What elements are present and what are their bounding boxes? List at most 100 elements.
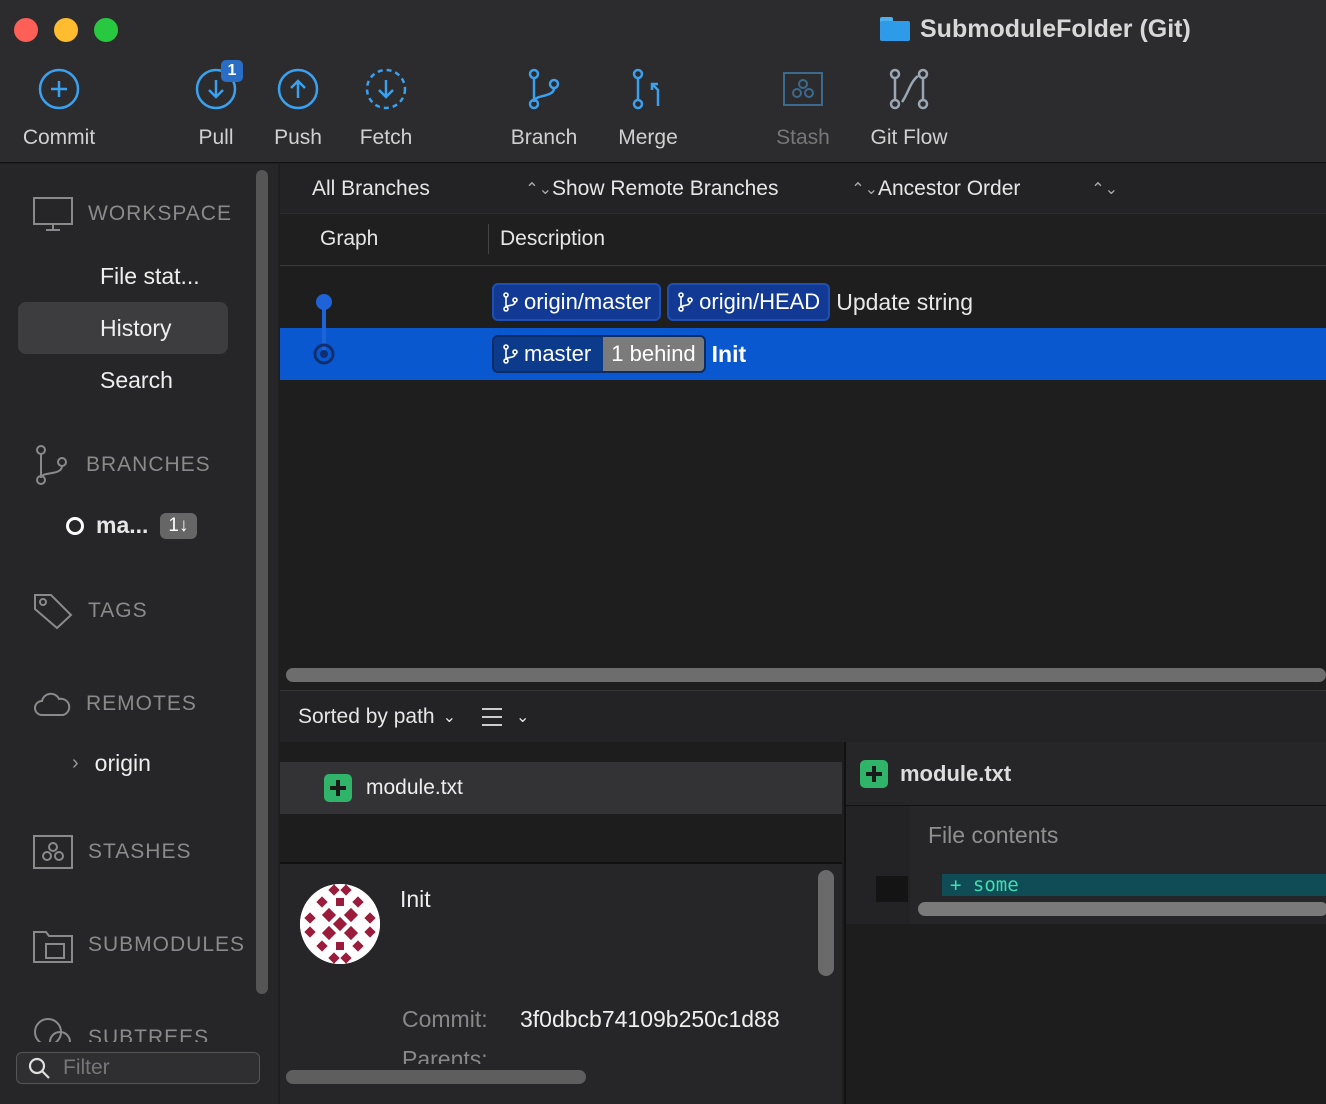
added-line: + some — [942, 874, 1326, 896]
branch-icon — [36, 445, 67, 485]
push-icon — [275, 66, 321, 112]
stash-icon — [780, 66, 826, 112]
list-icon — [482, 707, 502, 726]
stash-button[interactable]: Stash — [772, 66, 834, 150]
sidebar-item-history[interactable]: History — [18, 302, 228, 354]
remotes-label: REMOTES — [86, 692, 197, 715]
minimize-window-button[interactable] — [54, 18, 78, 42]
commit-refs: origin/master origin/HEAD Update string — [492, 283, 973, 321]
commit-details-scrollbar[interactable] — [818, 870, 834, 976]
sidebar-branch-master[interactable]: ma... 1↓ — [66, 512, 197, 539]
commit-message: Init — [711, 340, 747, 367]
updown-chevron-icon: ⌃⌄ — [1091, 180, 1118, 198]
description-column-header[interactable]: Description — [500, 227, 605, 251]
merge-button[interactable]: Merge — [614, 66, 682, 150]
diff-horizontal-scrollbar[interactable] — [918, 902, 1326, 916]
subtrees-label: SUBTREES — [88, 1026, 210, 1042]
branch-label: Branch — [510, 126, 578, 149]
fetch-label: Fetch — [359, 126, 413, 149]
commit-history-list: origin/master origin/HEAD Update string … — [280, 266, 1326, 658]
submodules-header[interactable]: SUBMODULES — [32, 926, 245, 964]
subtrees-header[interactable]: SUBTREES — [32, 1016, 209, 1042]
close-window-button[interactable] — [14, 18, 38, 42]
view-mode-dropdown[interactable]: ⌄ — [482, 707, 529, 727]
folder-icon — [880, 17, 910, 41]
sidebar-remote-origin[interactable]: › origin — [72, 750, 151, 777]
graph-column-header[interactable]: Graph — [320, 227, 378, 251]
sidebar-item-search[interactable]: Search — [18, 354, 228, 406]
file-row[interactable]: module.txt — [280, 762, 842, 814]
fetch-icon — [363, 66, 409, 112]
stashes-label: STASHES — [88, 840, 192, 863]
ref-badge[interactable]: origin/master — [492, 283, 662, 321]
branch-icon — [678, 292, 693, 312]
commit-row[interactable]: master 1 behind Init — [280, 328, 1326, 380]
commit-icon — [36, 66, 82, 112]
diff-panel: module.txt File contents + some — [844, 742, 1326, 1104]
submodules-label: SUBMODULES — [88, 933, 246, 956]
tags-header[interactable]: TAGS — [32, 592, 148, 630]
diff-file-header: module.txt — [846, 742, 1326, 806]
history-filter-bar: All Branches ⌃⌄ Show Remote Branches ⌃⌄ … — [280, 164, 1326, 214]
zoom-window-button[interactable] — [94, 18, 118, 42]
branch-icon — [503, 292, 518, 312]
behind-count-badge: 1 behind — [603, 337, 704, 371]
search-icon — [28, 1057, 50, 1079]
sidebar-item-label: Search — [100, 366, 173, 393]
chevron-down-icon: ⌄ — [442, 708, 456, 726]
order-select[interactable]: Ancestor Order ⌃⌄ — [878, 177, 1118, 201]
commit-button[interactable]: Commit — [18, 66, 100, 150]
column-divider[interactable] — [488, 224, 489, 254]
remote-name: origin — [94, 750, 151, 776]
branches-select[interactable]: All Branches ⌃⌄ — [312, 177, 552, 201]
diff-gutter — [846, 806, 910, 924]
ref-badge[interactable]: master 1 behind — [492, 335, 706, 373]
pull-button[interactable]: 1 Pull — [190, 60, 243, 150]
behind-badge: 1↓ — [160, 512, 197, 539]
filter-placeholder: Filter — [63, 1056, 110, 1079]
commit-hash-label: Commit: — [402, 1006, 488, 1032]
chevron-down-icon: ⌄ — [516, 708, 530, 726]
git-flow-icon — [886, 66, 932, 112]
sidebar-item-label: File stat... — [100, 262, 200, 289]
subtree-icon — [34, 1018, 71, 1042]
remotes-header[interactable]: REMOTES — [32, 690, 197, 718]
branches-select-value: All Branches — [312, 176, 430, 200]
diff-file-name: module.txt — [900, 760, 1012, 786]
sidebar-item-file-status[interactable]: File stat... — [18, 250, 228, 302]
merge-label: Merge — [618, 126, 678, 149]
current-branch-icon — [66, 516, 84, 535]
commit-hash[interactable]: 3f0dbcb74109b250c1d88 — [520, 1006, 812, 1033]
added-file-icon — [860, 759, 888, 788]
updown-chevron-icon: ⌃⌄ — [851, 180, 878, 198]
sidebar-filter-field[interactable]: Filter — [16, 1052, 260, 1084]
pull-label: Pull — [198, 126, 234, 149]
commit-details-horizontal-scrollbar[interactable] — [286, 1070, 586, 1084]
push-label: Push — [274, 126, 322, 149]
toolbar: SubmoduleFolder (Git) Commit 1 Pull Push… — [0, 0, 1326, 163]
pull-icon: 1 — [193, 60, 243, 112]
tags-label: TAGS — [88, 599, 148, 622]
parents-label: Parents: — [402, 1046, 488, 1064]
commit-row[interactable]: origin/master origin/HEAD Update string — [280, 276, 1326, 328]
stashes-header[interactable]: STASHES — [32, 834, 191, 870]
window-title-text: SubmoduleFolder (Git) — [920, 14, 1191, 43]
cloud-icon — [34, 692, 71, 716]
branch-button[interactable]: Branch — [506, 66, 582, 150]
sort-dropdown[interactable]: Sorted by path ⌄ — [298, 705, 456, 729]
chevron-right-icon[interactable]: › — [72, 752, 79, 775]
ref-label: origin/master — [524, 289, 652, 314]
branches-header[interactable]: BRANCHES — [32, 444, 211, 486]
tag-icon — [34, 594, 73, 630]
merge-icon — [625, 66, 671, 112]
ref-badge[interactable]: origin/HEAD — [667, 283, 831, 321]
sidebar-scrollbar[interactable] — [256, 170, 268, 994]
remote-branches-select[interactable]: Show Remote Branches ⌃⌄ — [552, 177, 878, 201]
git-flow-button[interactable]: Git Flow — [866, 66, 952, 150]
history-horizontal-scrollbar[interactable] — [286, 668, 1326, 682]
branch-name: ma... — [96, 512, 149, 538]
changed-files-list: module.txt — [280, 742, 842, 862]
fetch-button[interactable]: Fetch — [354, 66, 418, 150]
stash-label: Stash — [776, 126, 830, 149]
push-button[interactable]: Push — [270, 66, 326, 150]
